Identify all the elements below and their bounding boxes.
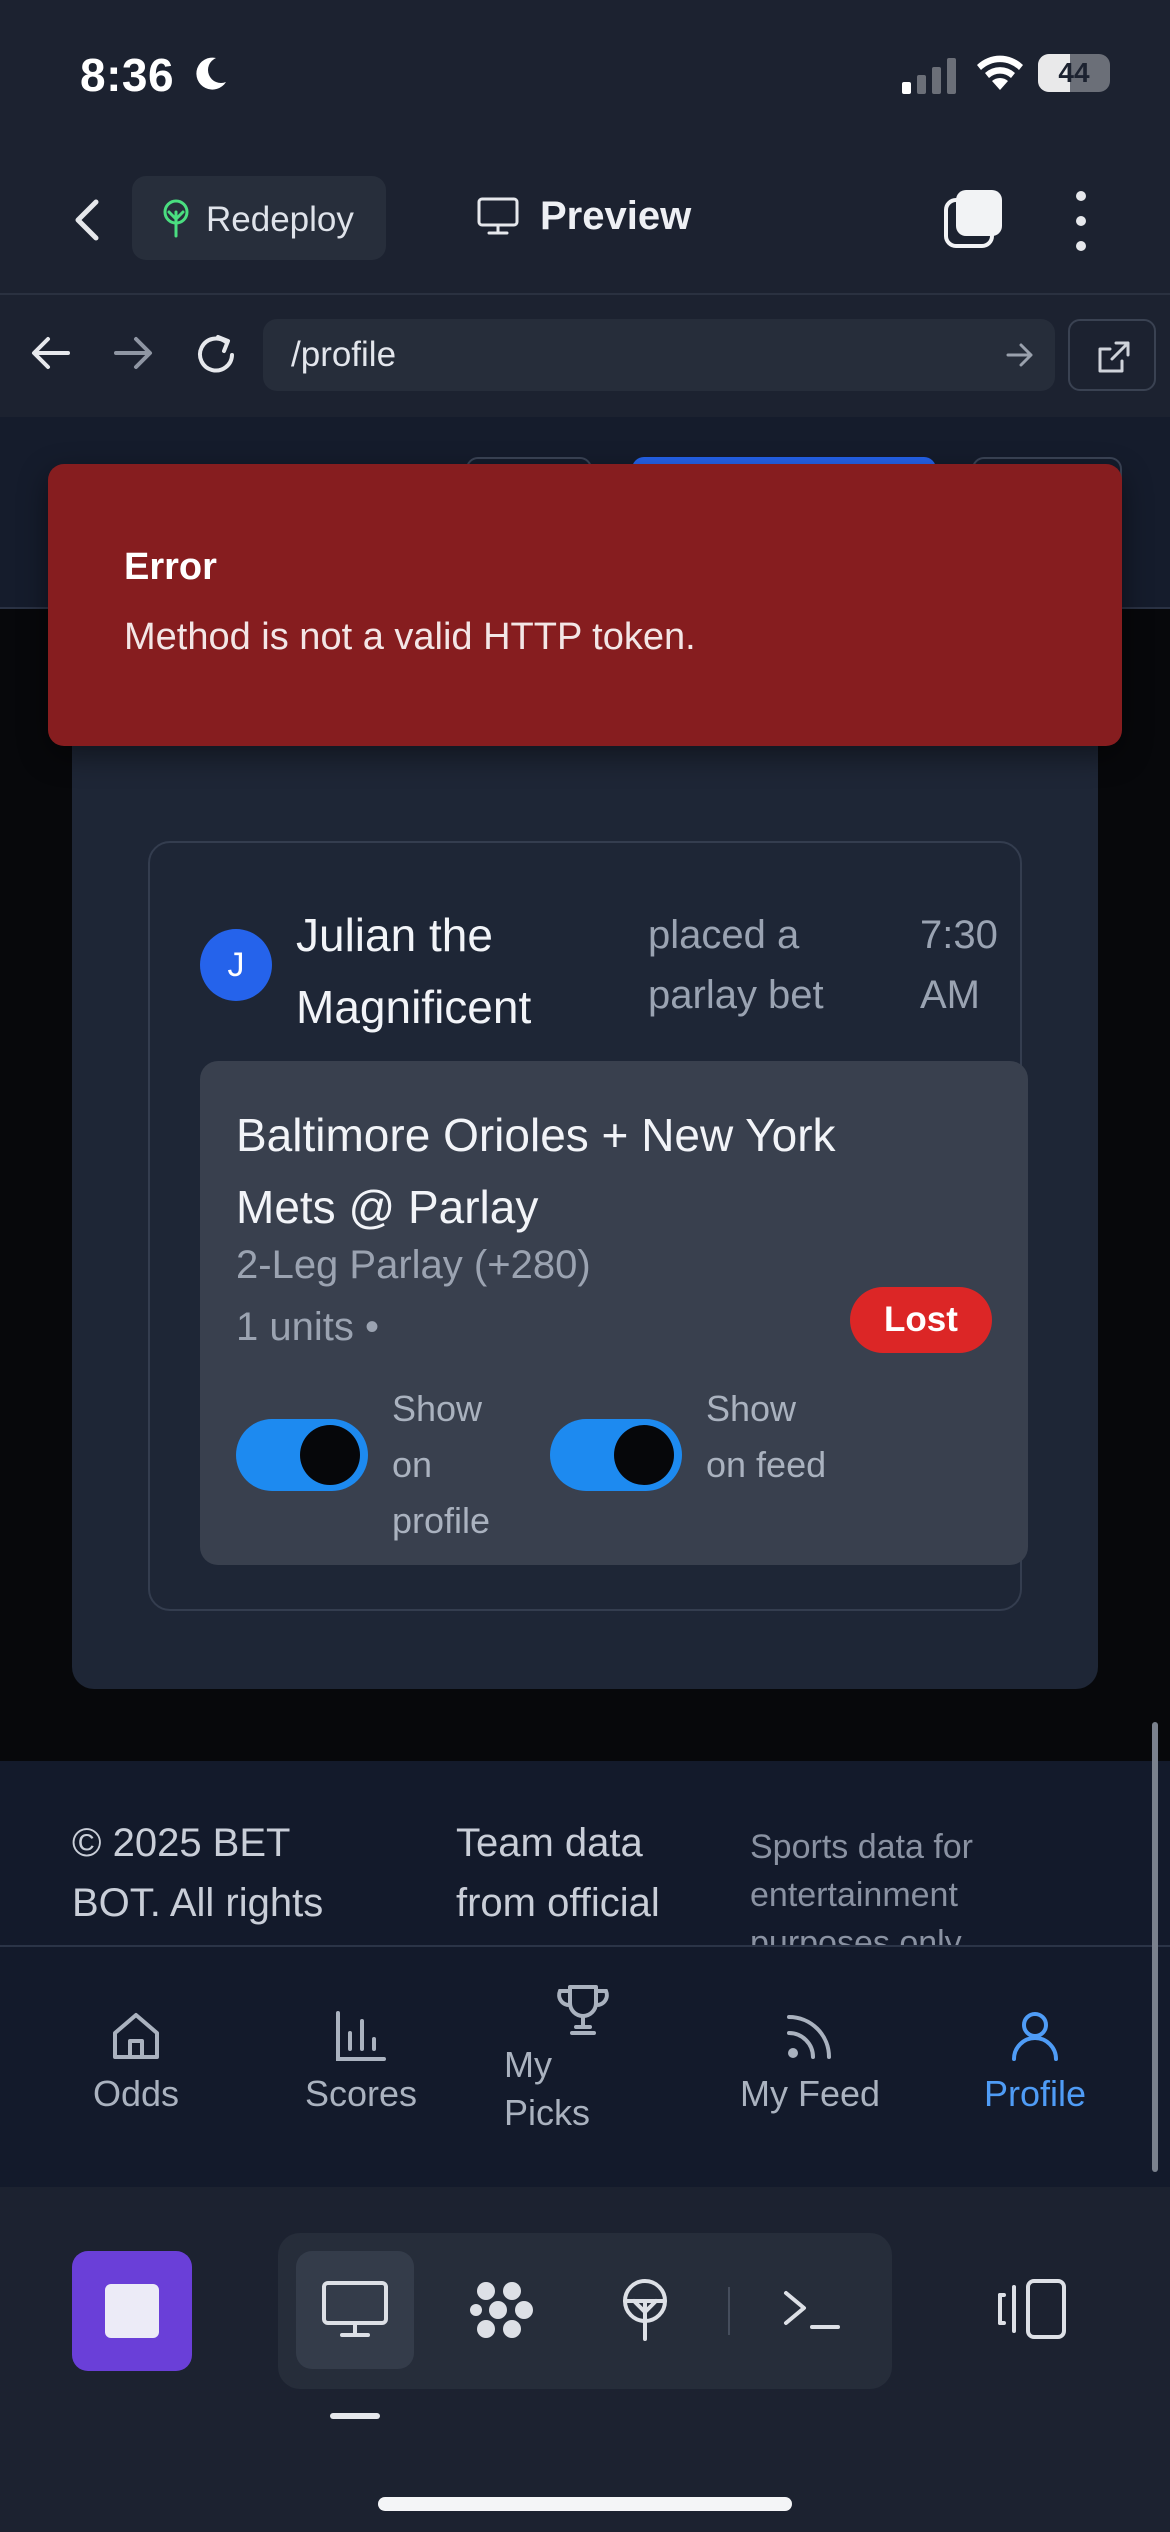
status-bar: 8:36 44: [0, 0, 1170, 150]
toggle-knob: [614, 1425, 674, 1485]
nav-label-my-feed: My Feed: [739, 2073, 881, 2114]
back-chevron-icon[interactable]: [62, 190, 112, 250]
stop-button[interactable]: [72, 2251, 192, 2371]
reload-icon[interactable]: [192, 331, 240, 379]
nav-label-odds: Odds: [92, 2073, 180, 2114]
side-panel-icon[interactable]: [994, 2277, 1070, 2341]
bet-units: 1 units •: [236, 1305, 379, 1349]
active-mode-indicator: [330, 2413, 380, 2419]
preview-mode-button[interactable]: [296, 2251, 414, 2369]
show-on-profile-label: Show on profile: [392, 1388, 491, 1541]
site-content: J Julian the Magnificent placed a parlay…: [0, 599, 1170, 1761]
activity-user-name[interactable]: Julian the Magnificent: [296, 899, 616, 1043]
status-time: 8:36: [80, 49, 175, 101]
error-message: Method is not a valid HTTP token.: [124, 616, 696, 658]
show-on-feed-label: Show on feed: [706, 1388, 827, 1485]
monitor-icon: [477, 197, 519, 235]
bet-details: Baltimore Orioles + New York Mets @ Parl…: [200, 1061, 1028, 1565]
url-text: /profile: [291, 335, 397, 374]
avatar: J: [200, 929, 272, 1001]
terminal-mode-button[interactable]: [754, 2251, 872, 2369]
activity-feed-panel: J Julian the Magnificent placed a parlay…: [72, 599, 1098, 1689]
bar-chart-icon: [336, 2011, 386, 2061]
preview-tab[interactable]: Preview: [476, 194, 691, 241]
url-input[interactable]: /profile: [263, 319, 1055, 391]
toolbar-divider: [728, 2287, 730, 2335]
home-indicator[interactable]: [378, 2497, 792, 2511]
redeploy-button[interactable]: Redeploy: [132, 176, 386, 260]
trophy-icon: [557, 1985, 609, 2035]
bottom-navigation: Odds Scores My Picks My Feed Profile: [0, 1947, 1170, 2187]
browser-url-bar: /profile: [0, 297, 1170, 417]
workspace-toolbar: [0, 2187, 1170, 2532]
home-icon: [113, 2013, 159, 2059]
browser-back-icon[interactable]: [28, 331, 74, 375]
nav-item-profile[interactable]: Profile: [970, 2007, 1100, 2115]
activity-card: J Julian the Magnificent placed a parlay…: [148, 841, 1028, 1611]
site-footer: © 2025 BET BOT. All rights Team data fro…: [0, 1761, 1170, 1947]
screen: 8:36 44 Redeploy Preview /profile J Juli…: [0, 0, 1170, 2532]
go-arrow-icon[interactable]: [1005, 341, 1035, 369]
footer-sports-data: Sports data for entertainment purposes o…: [750, 1828, 974, 1947]
external-link-icon: [1098, 341, 1130, 373]
terminal-icon: [784, 2291, 840, 2329]
activity-timestamp: 7:30 AM: [920, 913, 998, 1017]
footer-copyright: © 2025 BET BOT. All rights: [72, 1821, 324, 1925]
wifi-icon: [977, 55, 1023, 90]
show-on-feed-toggle[interactable]: [550, 1419, 682, 1491]
bet-subtitle: 2-Leg Parlay (+280): [236, 1243, 591, 1287]
error-title: Error: [124, 546, 217, 588]
bet-title: Baltimore Orioles + New York Mets @ Parl…: [236, 1109, 836, 1233]
user-icon: [1012, 2012, 1058, 2061]
stop-icon: [105, 2284, 159, 2338]
preview-label: Preview: [540, 194, 692, 238]
workflow-mode-button[interactable]: [444, 2251, 562, 2369]
nav-label-my-picks: My Picks: [504, 2044, 591, 2133]
nav-item-my-picks[interactable]: My Picks: [504, 1981, 614, 2137]
more-options-icon[interactable]: [1066, 188, 1096, 254]
tabs-icon[interactable]: [942, 188, 1004, 250]
nodes-icon: [470, 2282, 533, 2338]
deploy-tree-icon: [623, 2279, 667, 2341]
nav-item-odds[interactable]: Odds: [84, 2007, 188, 2115]
toggle-knob: [300, 1425, 360, 1485]
footer-team-data: Team data from official: [456, 1821, 660, 1925]
nav-item-scores[interactable]: Scores: [296, 2007, 426, 2115]
status-badge: Lost: [850, 1287, 992, 1353]
browser-forward-icon[interactable]: [110, 331, 156, 375]
cellular-signal-icon: [902, 58, 956, 94]
battery-indicator: 44: [1038, 54, 1110, 92]
redeploy-label: Redeploy: [206, 200, 354, 239]
deploy-tree-icon: [163, 199, 189, 238]
view-mode-group: [278, 2233, 892, 2389]
show-on-profile-toggle[interactable]: [236, 1419, 368, 1491]
monitor-icon: [322, 2281, 388, 2337]
deploy-mode-button[interactable]: [586, 2251, 704, 2369]
battery-percent: 44: [1058, 57, 1090, 88]
open-external-button[interactable]: [1068, 319, 1156, 391]
activity-action-text: placed a parlay bet: [648, 913, 824, 1017]
app-header: Redeploy Preview: [0, 150, 1170, 295]
nav-label-scores: Scores: [304, 2073, 418, 2114]
scrollbar[interactable]: [1152, 1722, 1158, 2172]
rss-icon: [787, 2015, 831, 2059]
nav-item-my-feed[interactable]: My Feed: [730, 2007, 890, 2115]
nav-label-profile: Profile: [983, 2073, 1087, 2114]
error-toast[interactable]: Error Method is not a valid HTTP token.: [48, 464, 1122, 746]
moon-icon: [196, 57, 226, 90]
